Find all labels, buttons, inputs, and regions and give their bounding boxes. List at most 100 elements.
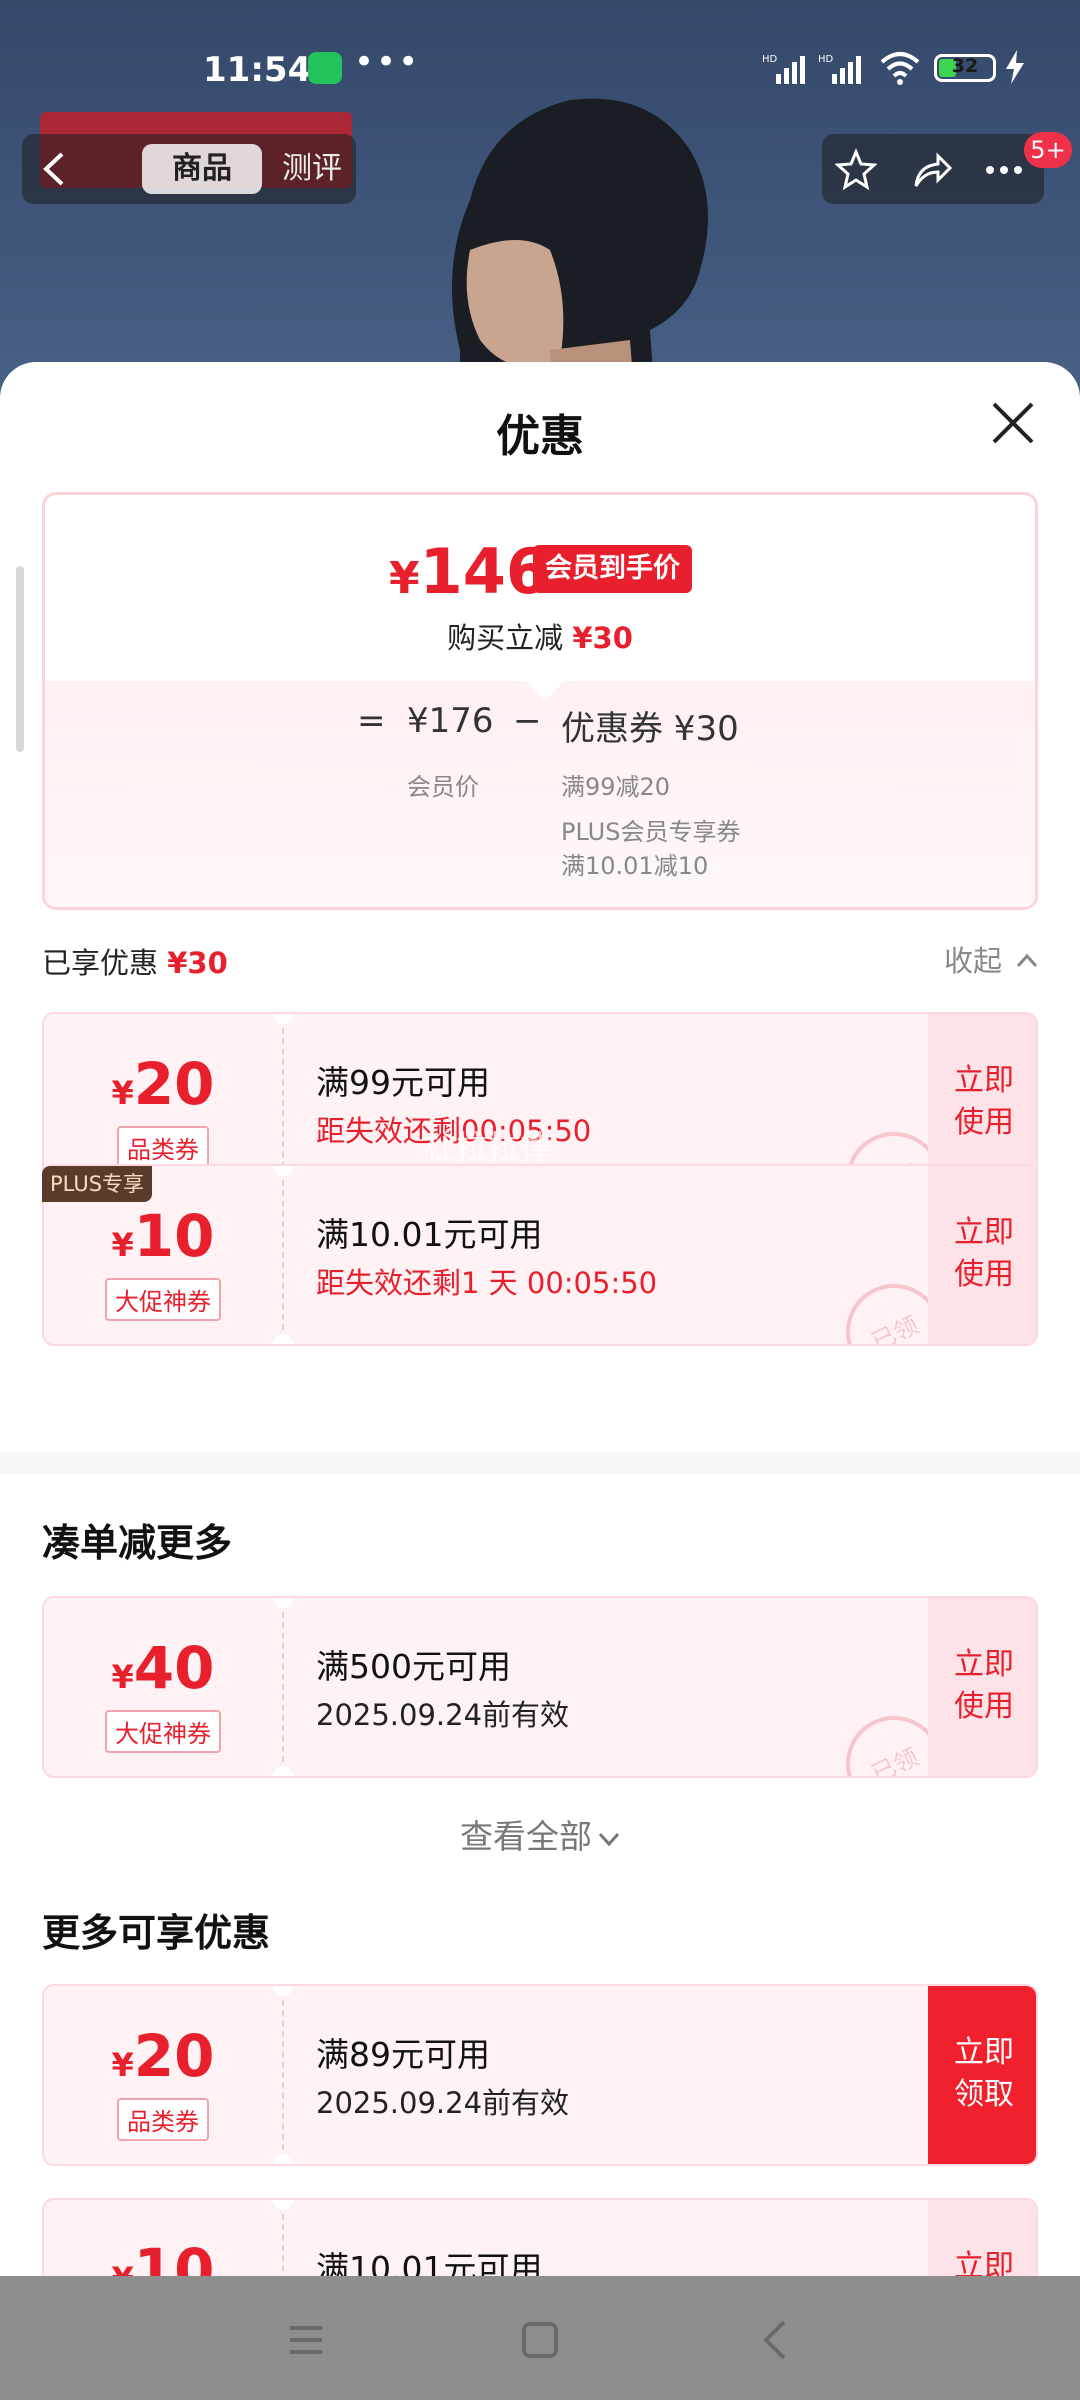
signal-hd-icon: HD — [818, 54, 861, 84]
svg-text:HD: HD — [818, 54, 834, 65]
coupon-type: 大促神券 — [44, 1710, 282, 1753]
menu-icon[interactable] — [282, 2316, 330, 2364]
section-title-combine: 凑单减更多 — [42, 1521, 233, 1565]
plus-exclusive-tag: PLUS专享 — [42, 1166, 153, 1202]
coupon-value-area: ¥40 大促神券 — [44, 1598, 282, 1776]
back-icon[interactable] — [38, 150, 68, 188]
currency-symbol: ¥ — [389, 553, 420, 604]
coupon-validity: 2025.09.24前有效 — [316, 2086, 570, 2120]
discount-sheet: 优惠 ¥146 会员到手价 购买立减 ¥30 = ¥176 − 优惠券 ¥30 … — [0, 362, 1080, 2276]
coupon-amount: ¥10 — [44, 1202, 282, 1270]
coupon-type: 品类券 — [44, 2098, 282, 2141]
minus-sign: − — [513, 701, 542, 741]
coupon-notch — [273, 1766, 293, 1776]
perforation-divider — [282, 1028, 284, 1178]
perforation-divider — [282, 2000, 284, 2150]
coupon-amount: ¥10 — [44, 2236, 282, 2276]
wifi-icon — [880, 52, 920, 85]
section-title-more: 更多可享优惠 — [42, 1911, 271, 1955]
coupon-countdown: 距失效还剩1 天 00:05:50 — [316, 1266, 658, 1300]
battery-icon: 32 — [934, 54, 996, 82]
wechat-icon — [308, 52, 342, 84]
coupon-type-label: 大促神券 — [105, 1710, 221, 1753]
coupon-type-label: 品类券 — [117, 1126, 209, 1169]
close-icon[interactable] — [990, 400, 1036, 446]
claim-now-button[interactable]: 立即 领取 — [928, 1986, 1036, 2164]
charging-icon — [1006, 50, 1024, 84]
claim-now-label: 立即 领取 — [954, 2035, 1014, 2112]
coupon-card: ¥10 大促神券 满10.01元可用 距失效还剩1 天 00:05:50 已领 … — [42, 1164, 1038, 1346]
back-icon[interactable] — [752, 2316, 800, 2364]
coupon-notch — [273, 1334, 293, 1344]
coupon-amount: ¥40 — [44, 1634, 282, 1702]
price-summary-card: ¥146 会员到手价 购买立减 ¥30 = ¥176 − 优惠券 ¥30 会员价… — [42, 492, 1038, 910]
tab-review[interactable]: 测评 — [272, 144, 352, 194]
clock: 11:54 — [203, 50, 312, 90]
star-icon[interactable] — [834, 148, 878, 192]
coupon-type: 大促神券 — [44, 1278, 282, 1321]
battery-level: 32 — [951, 55, 979, 77]
enjoyed-discount-header: 已享优惠 ¥30 — [42, 940, 228, 982]
coupon-condition: 满10.01元可用 — [316, 1215, 543, 1254]
coupon-amount-value: 20 — [133, 1050, 215, 1118]
coupon-total: 优惠券 ¥30 — [561, 709, 739, 749]
coupon-amount-value: 20 — [133, 2022, 215, 2090]
currency-symbol: ¥ — [111, 1226, 134, 1264]
final-price-value: 146 — [419, 535, 550, 608]
coupon-amount-value: 10 — [133, 1202, 215, 1270]
final-price: ¥146 — [389, 535, 549, 608]
use-now-button[interactable]: 立即 使用 — [928, 1598, 1036, 1776]
chevron-up-icon[interactable] — [1016, 952, 1038, 968]
chevron-down-icon — [598, 1832, 620, 1846]
coupon-card: ¥40 大促神券 满500元可用 2025.09.24前有效 已领 立即 使用 — [42, 1596, 1038, 1778]
perforation-divider — [282, 1180, 284, 1330]
sheet-title: 优惠 — [496, 411, 584, 462]
coupon-card: ¥20 品类券 满89元可用 2025.09.24前有效 立即 领取 — [42, 1984, 1038, 2166]
view-all-button[interactable]: 查看全部 — [0, 1810, 1080, 1858]
enjoyed-label: 已享优惠 — [42, 946, 159, 980]
member-price-tag: 会员到手价 — [533, 545, 692, 593]
scroll-indicator[interactable] — [16, 566, 24, 752]
coupon-type-label: 品类券 — [117, 2098, 209, 2141]
buy-reduce-line: 购买立减 ¥30 — [45, 615, 1035, 657]
more-icon[interactable] — [982, 148, 1026, 192]
coupon-notch — [273, 2154, 293, 2164]
collapse-button[interactable]: 收起 — [944, 938, 1002, 980]
member-price: ¥176 — [407, 701, 494, 741]
watermark: 杜拉拉律 — [424, 1128, 553, 1166]
view-all-label: 查看全部 — [460, 1817, 592, 1856]
tab-goods[interactable]: 商品 — [142, 144, 262, 194]
coupon-condition: 满99元可用 — [316, 1063, 490, 1102]
svg-text:HD: HD — [762, 54, 778, 65]
buy-reduce-label: 购买立减 — [447, 621, 564, 655]
coupon-amount-value: 10 — [133, 2236, 215, 2276]
perforation-divider — [282, 2214, 284, 2276]
coupon-amount: ¥20 — [44, 2022, 282, 2090]
home-icon[interactable] — [516, 2316, 564, 2364]
coupon-card: ¥10 满10.01元可用 立即 — [42, 2198, 1038, 2276]
system-navigation-bar — [0, 2276, 1080, 2400]
more-notifications-icon: ••• — [354, 42, 421, 82]
coupon-detail: 满99减20 — [561, 773, 671, 801]
product-actions — [822, 134, 1044, 204]
coupon-condition: 满89元可用 — [316, 2035, 490, 2074]
member-price-label: 会员价 — [407, 773, 479, 801]
product-tab-bar: 商品 测评 — [22, 134, 356, 204]
use-now-label: 立即 — [954, 2249, 1014, 2276]
coupon-detail: PLUS会员专享券满10.01减10 — [561, 818, 741, 880]
currency-symbol: ¥ — [111, 1658, 134, 1696]
use-now-label: 立即 使用 — [954, 1215, 1014, 1292]
use-now-button[interactable]: 立即 — [928, 2200, 1036, 2276]
coupon-type: 品类券 — [44, 1126, 282, 1169]
use-now-button[interactable]: 立即 使用 — [928, 1166, 1036, 1344]
equals-sign: = — [357, 701, 386, 741]
share-icon[interactable] — [910, 148, 954, 192]
enjoyed-amount: ¥30 — [167, 946, 228, 980]
coupon-validity: 2025.09.24前有效 — [316, 1698, 570, 1732]
perforation-divider — [282, 1612, 284, 1762]
coupon-type-label: 大促神券 — [105, 1278, 221, 1321]
buy-reduce-amount: ¥30 — [572, 621, 633, 655]
coupon-amount-value: 40 — [133, 1634, 215, 1702]
coupon-condition: 满500元可用 — [316, 1647, 511, 1686]
notification-badge: 5+ — [1024, 132, 1072, 168]
